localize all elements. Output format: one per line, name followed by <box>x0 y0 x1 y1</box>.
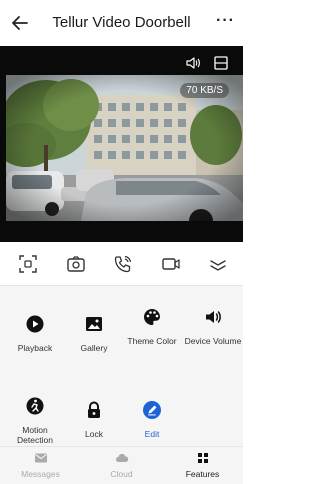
bitrate-badge: 70 KB/S <box>180 83 229 98</box>
bottom-tab-bar: Messages Cloud Features <box>0 446 243 484</box>
tab-cloud[interactable]: Cloud <box>81 451 162 479</box>
camera-icon[interactable] <box>66 254 86 274</box>
call-icon[interactable] <box>113 254 133 274</box>
expand-chevron-icon[interactable] <box>208 254 228 274</box>
feature-label: Playback <box>17 343 53 353</box>
tab-messages[interactable]: Messages <box>0 451 81 479</box>
feature-label: Theme Color <box>127 336 177 346</box>
lock-icon <box>88 401 100 418</box>
volume-icon <box>206 311 221 323</box>
more-options-icon[interactable]: ··· <box>216 12 235 30</box>
tab-label: Features <box>185 469 220 479</box>
features-grid: Playback Gallery Theme Color Device Volu… <box>0 286 243 446</box>
speaker-icon[interactable] <box>185 55 201 71</box>
feature-lock[interactable]: Lock <box>64 400 124 439</box>
feature-label: Motion Detection <box>17 425 53 445</box>
feature-theme-color[interactable]: Theme Color <box>122 307 182 346</box>
motion-detection-icon <box>26 397 44 415</box>
back-arrow-icon[interactable] <box>10 13 30 33</box>
tab-features[interactable]: Features <box>162 451 243 479</box>
screenshot-frame-icon[interactable] <box>18 254 38 274</box>
mail-icon <box>34 453 47 463</box>
palette-icon <box>144 309 160 325</box>
feature-label: Lock <box>85 429 103 439</box>
feature-label: Edit <box>144 429 160 439</box>
page-title: Tellur Video Doorbell <box>52 14 191 31</box>
feature-label: Device Volume <box>184 336 242 346</box>
edit-icon <box>143 401 161 419</box>
play-circle-icon <box>26 315 44 333</box>
control-bar <box>0 242 243 286</box>
feature-edit[interactable]: Edit <box>122 400 182 439</box>
feature-gallery[interactable]: Gallery <box>64 314 124 353</box>
grid-icon <box>197 453 208 463</box>
tab-label: Cloud <box>110 469 133 479</box>
app-header: Tellur Video Doorbell ··· <box>0 0 243 46</box>
video-player[interactable]: 70 KB/S <box>0 46 243 242</box>
video-record-icon[interactable] <box>161 254 181 274</box>
feature-label: Gallery <box>80 343 108 353</box>
tab-label: Messages <box>21 469 60 479</box>
feature-playback[interactable]: Playback <box>5 314 65 353</box>
gallery-icon <box>86 317 102 331</box>
feature-motion-detection[interactable]: Motion Detection <box>5 396 65 445</box>
cloud-icon <box>115 453 128 462</box>
feature-device-volume[interactable]: Device Volume <box>183 307 243 346</box>
screen-mode-icon[interactable] <box>213 55 229 71</box>
